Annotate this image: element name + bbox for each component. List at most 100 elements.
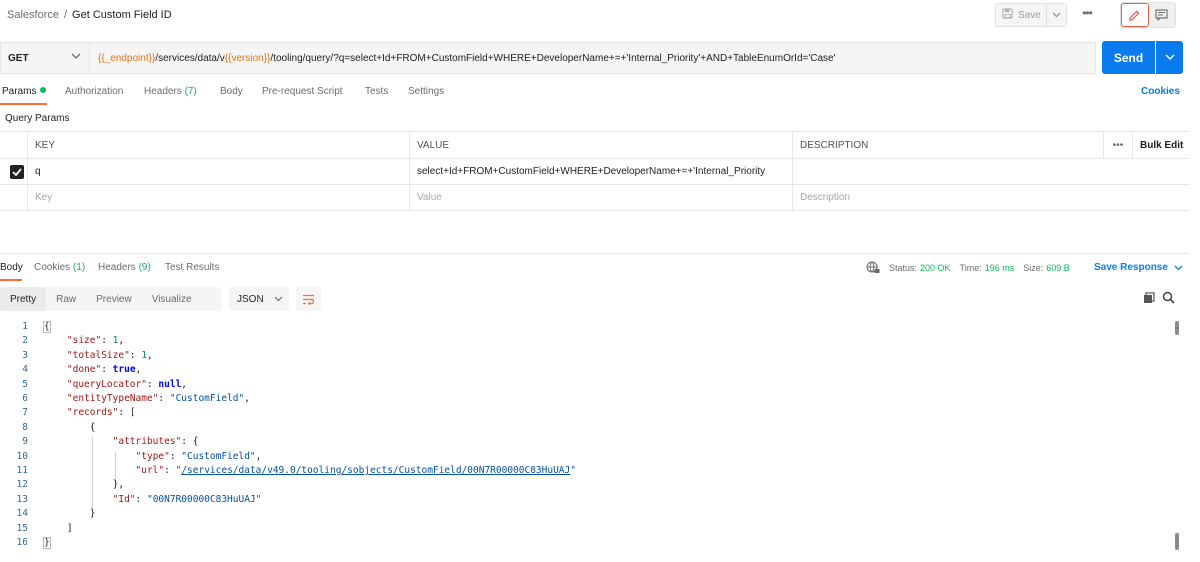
- column-header-value: VALUE: [410, 132, 793, 158]
- edit-mode-button[interactable]: [1121, 3, 1149, 27]
- status-value[interactable]: 200 OK: [920, 263, 951, 273]
- line-number: 7: [22, 407, 28, 419]
- code-line: 14}: [0, 507, 1170, 521]
- column-options-button[interactable]: •••: [1103, 132, 1133, 158]
- line-number: 1: [22, 321, 28, 332]
- copy-icon[interactable]: [1143, 292, 1155, 307]
- chevron-down-icon: [1052, 12, 1061, 18]
- code-text: "attributes": {: [113, 435, 199, 449]
- save-button[interactable]: Save: [995, 3, 1047, 27]
- size-value[interactable]: 609 B: [1046, 263, 1070, 273]
- code-token: "done": [66, 364, 102, 376]
- code-token: "CustomField": [169, 393, 245, 404]
- code-line: 4 "done": true,: [0, 363, 1170, 377]
- params-active-dot: [40, 87, 47, 93]
- method-select[interactable]: GET: [0, 42, 90, 74]
- save-options-button[interactable]: [1047, 3, 1067, 27]
- code-line: 6 "entityTypeName": "CustomField",: [0, 392, 1170, 406]
- line-number: 10: [16, 450, 28, 462]
- code-token: :: [158, 393, 170, 404]
- code-line: 5 "queryLocator": null,: [0, 378, 1170, 392]
- save-icon: [1002, 8, 1013, 22]
- view-preview-button[interactable]: Preview: [86, 287, 142, 311]
- response-tab-cookies[interactable]: Cookies (1): [34, 262, 85, 273]
- line-number: 3: [22, 349, 28, 361]
- save-response-button[interactable]: Save Response: [1094, 262, 1183, 273]
- bulk-edit-button[interactable]: Bulk Edit: [1133, 132, 1190, 158]
- url-link[interactable]: /services/data/v49.0/tooling/sobjects/Cu…: [181, 465, 570, 476]
- view-visualize-button[interactable]: Visualize: [142, 287, 202, 311]
- line-number: 6: [22, 393, 28, 404]
- code-token: }: [89, 508, 96, 520]
- table-header-row: KEY VALUE DESCRIPTION ••• Bulk Edit: [0, 132, 1190, 158]
- param-enabled-checkbox[interactable]: [0, 159, 28, 184]
- breadcrumb-collection[interactable]: Salesforce: [7, 9, 59, 21]
- editor-scrollbar-thumb-top[interactable]: [1175, 321, 1179, 335]
- tab-prerequest-script[interactable]: Pre-request Script: [262, 86, 343, 97]
- response-tab-headers[interactable]: Headers (9): [98, 262, 151, 273]
- code-token: "totalSize": [66, 349, 130, 361]
- breadcrumb-separator: /: [63, 9, 68, 21]
- globe-icon[interactable]: [866, 261, 880, 274]
- format-select[interactable]: JSON: [229, 287, 289, 311]
- tab-tests[interactable]: Tests: [365, 86, 388, 97]
- chevron-down-icon: [274, 296, 283, 302]
- code-token: :: [164, 465, 176, 476]
- url-input[interactable]: {{_endpoint}}/services/data/v {{version}}…: [90, 42, 1096, 74]
- cookies-link[interactable]: Cookies: [1141, 86, 1180, 97]
- code-line: 10 "type": "CustomField",: [0, 450, 1170, 464]
- editor-scrollbar-thumb-bottom[interactable]: [1175, 533, 1179, 550]
- time-label: Time:: [959, 262, 982, 273]
- code-token: ,: [146, 349, 153, 361]
- code-line: 2 "size": 1,: [0, 334, 1170, 348]
- tab-settings[interactable]: Settings: [408, 86, 444, 97]
- response-tab-cookies-count: (1): [72, 262, 86, 273]
- time-value[interactable]: 196 ms: [985, 263, 1015, 273]
- code-token: :: [101, 335, 113, 347]
- param-key-cell[interactable]: q: [28, 159, 410, 184]
- code-token: null: [158, 378, 182, 390]
- code-token: :: [169, 450, 182, 462]
- documentation-mode-button[interactable]: [1148, 3, 1175, 27]
- response-tab-test-results[interactable]: Test Results: [165, 262, 219, 273]
- send-button[interactable]: Send: [1102, 41, 1155, 74]
- column-header-key: KEY: [28, 132, 410, 158]
- line-number: 14: [16, 508, 28, 520]
- response-tab-cookies-label: Cookies: [34, 262, 71, 273]
- view-raw-button[interactable]: Raw: [46, 287, 86, 311]
- code-line: 1{: [0, 320, 1170, 334]
- code-line: 7 "records": [: [0, 406, 1170, 420]
- more-actions-button[interactable]: •••: [1076, 6, 1098, 24]
- code-text: ]: [67, 522, 73, 536]
- code-token: :: [146, 378, 159, 390]
- line-number: 11: [16, 465, 28, 476]
- request-response-divider[interactable]: [0, 253, 1190, 254]
- save-response-label: Save Response: [1094, 262, 1168, 273]
- request-name[interactable]: Get Custom Field ID: [72, 9, 172, 21]
- line-number: 2: [22, 335, 28, 347]
- chevron-down-icon: [1165, 54, 1174, 60]
- header-checkbox-cell: [0, 132, 28, 158]
- view-pretty-button[interactable]: Pretty: [0, 287, 47, 311]
- wrap-lines-button[interactable]: [296, 287, 321, 311]
- param-description-cell[interactable]: [793, 159, 1103, 184]
- line-number: 5: [22, 378, 28, 390]
- response-status-bar: Status: 200 OK Time: 196 ms Size: 609 B: [866, 261, 1070, 274]
- tab-headers[interactable]: Headers (7): [144, 86, 197, 97]
- code-token: "size": [66, 335, 102, 347]
- chevron-down-icon: [71, 53, 81, 59]
- tab-params[interactable]: Params: [2, 86, 47, 97]
- param-value-cell[interactable]: select+Id+FROM+CustomField+WHERE+Develop…: [410, 159, 793, 184]
- send-options-button[interactable]: [1156, 41, 1183, 74]
- breadcrumb: Salesforce / Get Custom Field ID: [7, 9, 172, 21]
- tab-authorization[interactable]: Authorization: [65, 86, 123, 97]
- new-key-input[interactable]: Key: [28, 185, 410, 210]
- code-token: ]: [66, 522, 73, 534]
- new-value-input[interactable]: Value: [410, 185, 793, 210]
- tab-body[interactable]: Body: [220, 86, 243, 97]
- search-icon[interactable]: [1162, 291, 1175, 307]
- response-tab-body[interactable]: Body: [0, 262, 23, 273]
- new-description-input[interactable]: Description: [793, 185, 1103, 210]
- response-tab-headers-count: (9): [138, 262, 151, 273]
- response-tab-headers-label: Headers: [98, 262, 136, 273]
